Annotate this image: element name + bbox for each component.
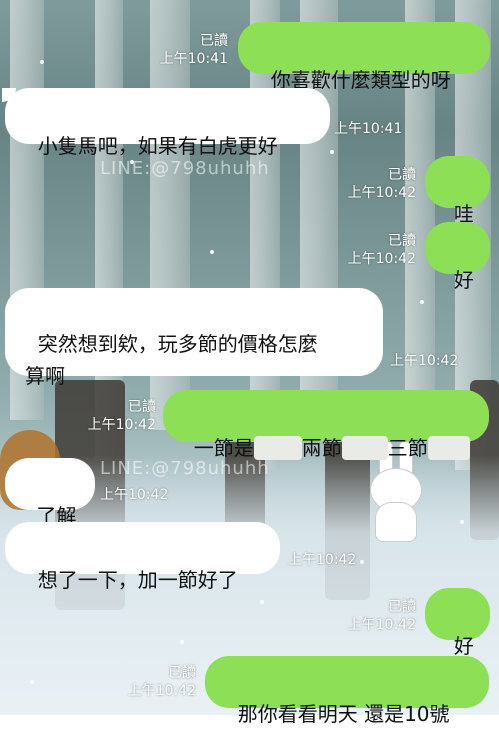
outgoing-message[interactable]: 那你看看明天 還是10號 [205, 656, 489, 726]
timestamp: 上午10:42 [390, 353, 459, 369]
message-text: 兩節 [301, 436, 342, 460]
message-text: 那你看看明天 還是10號 [237, 702, 450, 726]
message-text: 好 [453, 634, 474, 658]
message-meta: 已讀 上午10:42 [336, 598, 416, 634]
read-receipt: 已讀 [200, 33, 228, 49]
redacted-price [341, 435, 388, 460]
read-receipt: 已讀 [128, 399, 156, 415]
timestamp: 上午10:42 [347, 185, 416, 201]
timestamp: 上午10:42 [100, 487, 169, 503]
outgoing-message[interactable]: 你喜歡什麼類型的呀 [238, 22, 490, 92]
message-text: 三節 [387, 436, 428, 460]
incoming-message[interactable]: 突然想到欸，玩多節的價格怎麼 算啊 [5, 288, 383, 388]
message-meta: 已讀 上午10:42 [80, 398, 156, 434]
snowflake [40, 60, 44, 64]
message-meta: 已讀 上午10:41 [150, 32, 228, 68]
timestamp: 上午10:41 [334, 121, 403, 137]
snowflake [30, 680, 34, 684]
snowflake [180, 640, 184, 644]
read-receipt: 已讀 [168, 665, 196, 681]
incoming-message[interactable]: 了解 [5, 458, 95, 528]
incoming-message[interactable]: 小隻馬吧，如果有白虎更好 [5, 88, 330, 158]
message-meta: 已讀 上午10:42 [336, 232, 416, 268]
message-text: 小隻馬吧，如果有白虎更好 [37, 134, 278, 158]
message-meta: 已讀 上午10:42 [118, 664, 196, 700]
read-receipt: 已讀 [388, 233, 416, 249]
outgoing-message[interactable]: 哇 [425, 156, 490, 226]
message-meta: 上午10:42 [288, 551, 368, 569]
message-text: 一節是 [193, 436, 254, 460]
read-receipt: 已讀 [388, 167, 416, 183]
message-text: 好 [453, 268, 474, 292]
message-meta: 上午10:42 [100, 486, 180, 504]
snowflake [260, 600, 264, 604]
message-meta: 上午10:42 [390, 352, 470, 370]
outgoing-message[interactable]: 一節是 兩節 三節 [163, 390, 489, 460]
outgoing-message[interactable]: 好 [425, 588, 490, 658]
snowflake [420, 300, 424, 304]
message-meta: 已讀 上午10:42 [336, 166, 416, 202]
timestamp: 上午10:42 [288, 552, 357, 568]
read-receipt: 已讀 [388, 599, 416, 615]
redacted-price [427, 435, 470, 460]
outgoing-message[interactable]: 好 [425, 222, 490, 292]
timestamp: 上午10:42 [347, 251, 416, 267]
message-meta: 上午10:41 [334, 120, 414, 138]
snowflake [330, 150, 334, 154]
timestamp: 上午10:42 [127, 683, 196, 699]
snowflake [210, 250, 214, 254]
timestamp: 上午10:41 [159, 51, 228, 67]
redacted-price [253, 435, 302, 460]
message-text: 想了一下，加一節好了 [37, 568, 238, 592]
snowflake [460, 520, 464, 524]
timestamp: 上午10:42 [87, 417, 156, 433]
incoming-message[interactable]: 想了一下，加一節好了 [5, 522, 280, 592]
timestamp: 上午10:42 [347, 617, 416, 633]
